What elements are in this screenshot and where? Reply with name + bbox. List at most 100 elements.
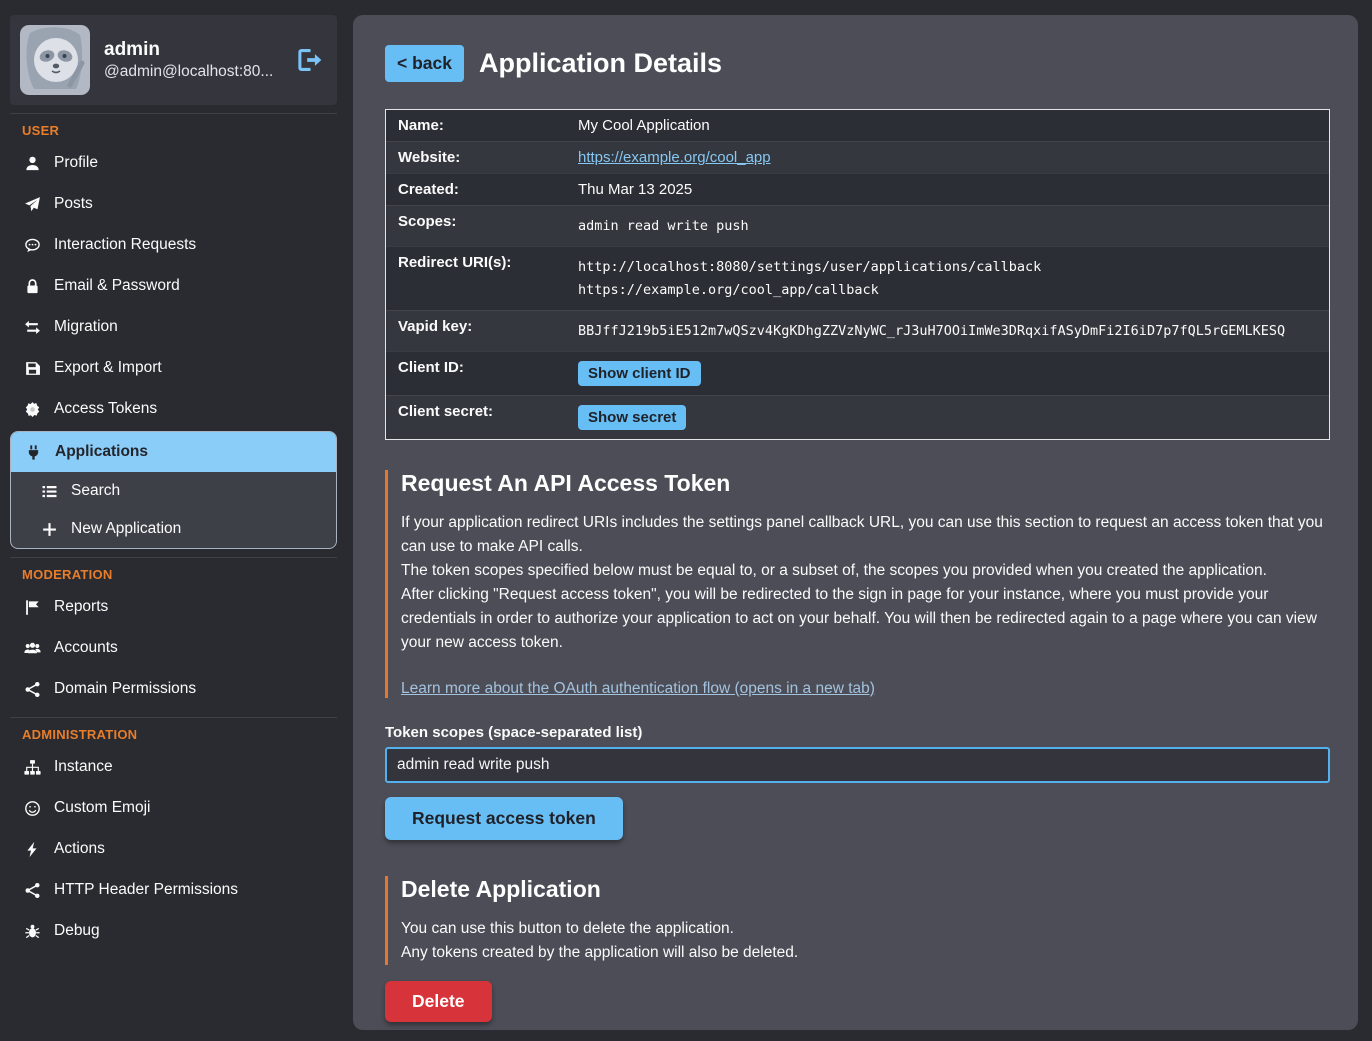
back-button[interactable]: < back — [385, 45, 464, 82]
row-label: Scopes: — [386, 206, 578, 237]
table-row: Vapid key: BBJffJ219b5iE512m7wQSzv4KgKDh… — [386, 310, 1329, 351]
sidebar-item-custom-emoji[interactable]: Custom Emoji — [10, 788, 337, 828]
sidebar-item-access-tokens[interactable]: Access Tokens — [10, 389, 337, 429]
user-card[interactable]: admin @admin@localhost:80... — [10, 15, 337, 105]
sidebar-item-http-header-permissions[interactable]: HTTP Header Permissions — [10, 870, 337, 910]
request-token-title: Request An API Access Token — [401, 470, 1330, 497]
share-nodes-icon — [22, 880, 42, 900]
user-info: admin @admin@localhost:80... — [104, 37, 273, 84]
sidebar-section-moderation: MODERATION — [22, 567, 337, 582]
sidebar-item-label: Migration — [54, 318, 118, 336]
sidebar-item-label: Posts — [54, 195, 93, 213]
sidebar-item-actions[interactable]: Actions — [10, 829, 337, 869]
sidebar-item-debug[interactable]: Debug — [10, 911, 337, 951]
lock-icon — [22, 276, 42, 296]
sidebar-section-user: USER — [22, 123, 337, 138]
sidebar-item-posts[interactable]: Posts — [10, 184, 337, 224]
scopes-value: admin read write push — [578, 206, 1329, 246]
logout-icon[interactable] — [296, 47, 323, 74]
sitemap-icon — [22, 757, 42, 777]
sidebar-section-administration: ADMINISTRATION — [22, 727, 337, 742]
sidebar-item-reports[interactable]: Reports — [10, 587, 337, 627]
sidebar-item-label: Reports — [54, 598, 108, 616]
request-token-paragraph: The token scopes specified below must be… — [401, 559, 1330, 583]
share-nodes-icon — [22, 679, 42, 699]
sidebar-subitem-search[interactable]: Search — [11, 472, 336, 510]
request-access-token-button[interactable]: Request access token — [385, 797, 623, 840]
row-label: Client secret: — [386, 396, 578, 427]
sidebar-item-email-password[interactable]: Email & Password — [10, 266, 337, 306]
redirect-uri: https://example.org/cool_app/callback — [578, 279, 1327, 303]
sidebar-item-profile[interactable]: Profile — [10, 143, 337, 183]
paper-plane-icon — [22, 194, 42, 214]
sidebar-item-label: HTTP Header Permissions — [54, 881, 238, 899]
page-header: < back Application Details — [385, 45, 1330, 82]
delete-button[interactable]: Delete — [385, 981, 492, 1022]
sidebar-item-label: Instance — [54, 758, 113, 776]
row-label: Created: — [386, 174, 578, 205]
sidebar-item-label: Applications — [55, 443, 148, 461]
plus-icon — [39, 519, 59, 539]
sidebar-item-instance[interactable]: Instance — [10, 747, 337, 787]
sidebar-item-label: Profile — [54, 154, 98, 172]
user-display-name: admin — [104, 37, 273, 63]
floppy-disk-icon — [22, 358, 42, 378]
website-link[interactable]: https://example.org/cool_app — [578, 149, 771, 166]
row-label: Client ID: — [386, 352, 578, 383]
sidebar-item-migration[interactable]: Migration — [10, 307, 337, 347]
redirect-uris-value: http://localhost:8080/settings/user/appl… — [578, 247, 1329, 310]
sidebar-item-accounts[interactable]: Accounts — [10, 628, 337, 668]
sidebar-item-label: Accounts — [54, 639, 118, 657]
user-icon — [22, 153, 42, 173]
sidebar-divider — [10, 113, 337, 114]
smile-icon — [22, 798, 42, 818]
user-handle: @admin@localhost:80... — [104, 62, 273, 83]
flag-icon — [22, 597, 42, 617]
sidebar-divider — [10, 557, 337, 558]
redirect-uri: http://localhost:8080/settings/user/appl… — [578, 256, 1327, 280]
application-details-table: Name: My Cool Application Website: https… — [385, 109, 1330, 440]
applications-group: Applications Search New Application — [10, 431, 337, 549]
sidebar-subitem-label: Search — [71, 482, 120, 500]
sidebar-item-label: Email & Password — [54, 277, 180, 295]
delete-application-section: Delete Application You can use this butt… — [385, 876, 1330, 1022]
oauth-docs-link[interactable]: Learn more about the OAuth authenticatio… — [401, 680, 875, 698]
sidebar: admin @admin@localhost:80... USER Profil… — [0, 0, 353, 1041]
table-row: Client secret: Show secret — [386, 395, 1329, 439]
show-secret-button[interactable]: Show secret — [578, 405, 686, 430]
sidebar-item-label: Interaction Requests — [54, 236, 196, 254]
avatar — [20, 25, 90, 95]
table-row: Website: https://example.org/cool_app — [386, 141, 1329, 173]
plug-icon — [23, 442, 43, 462]
table-row: Name: My Cool Application — [386, 110, 1329, 141]
token-scopes-label: Token scopes (space-separated list) — [385, 724, 1330, 741]
comment-dots-icon — [22, 235, 42, 255]
sidebar-item-interaction-requests[interactable]: Interaction Requests — [10, 225, 337, 265]
request-token-section: Request An API Access Token If your appl… — [385, 470, 1330, 840]
sidebar-item-label: Export & Import — [54, 359, 162, 377]
sidebar-item-export-import[interactable]: Export & Import — [10, 348, 337, 388]
table-row: Created: Thu Mar 13 2025 — [386, 173, 1329, 205]
sidebar-item-applications[interactable]: Applications — [11, 432, 336, 472]
delete-application-line: You can use this button to delete the ap… — [401, 917, 1330, 941]
sidebar-item-label: Actions — [54, 840, 105, 858]
bolt-icon — [22, 839, 42, 859]
row-label: Website: — [386, 142, 578, 173]
row-label: Name: — [386, 110, 578, 141]
exchange-icon — [22, 317, 42, 337]
sidebar-item-label: Custom Emoji — [54, 799, 150, 817]
certificate-icon — [22, 399, 42, 419]
sidebar-item-domain-permissions[interactable]: Domain Permissions — [10, 669, 337, 709]
show-client-id-button[interactable]: Show client ID — [578, 361, 701, 386]
sidebar-item-label: Domain Permissions — [54, 680, 196, 698]
table-row: Scopes: admin read write push — [386, 205, 1329, 246]
request-token-paragraph: After clicking "Request access token", y… — [401, 583, 1330, 655]
delete-application-text-block: Delete Application You can use this butt… — [385, 876, 1330, 965]
sidebar-subitem-new-application[interactable]: New Application — [11, 510, 336, 548]
row-label: Vapid key: — [386, 311, 578, 342]
main-panel: < back Application Details Name: My Cool… — [353, 15, 1358, 1030]
bug-icon — [22, 921, 42, 941]
sidebar-divider — [10, 717, 337, 718]
table-row: Client ID: Show client ID — [386, 351, 1329, 395]
token-scopes-input[interactable] — [385, 747, 1330, 783]
